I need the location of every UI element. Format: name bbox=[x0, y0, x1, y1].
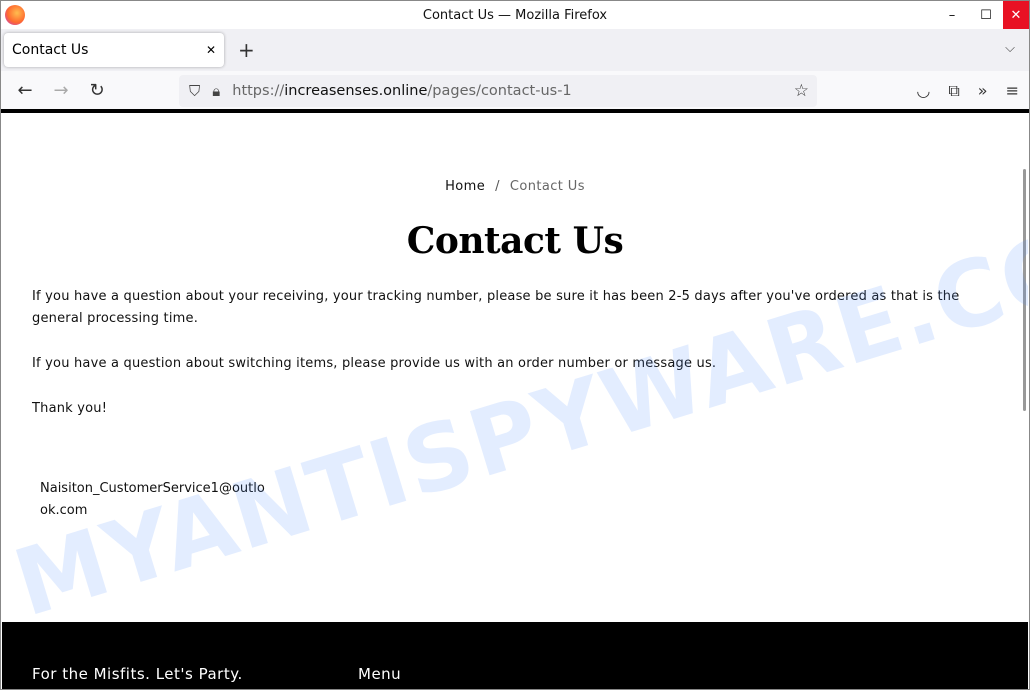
minimize-button[interactable]: – bbox=[935, 1, 969, 29]
footer-menu-heading: Menu bbox=[358, 665, 402, 683]
window-title: Contact Us — Mozilla Firefox bbox=[422, 7, 608, 23]
title-bar: Contact Us — Mozilla Firefox – ☐ ✕ bbox=[1, 1, 1029, 29]
extensions-icon[interactable]: ⧉ bbox=[948, 81, 959, 101]
paragraph: If you have a question about switching i… bbox=[32, 356, 717, 371]
navigation-bar: ← → ↻ ⛉ 🔒︎ https://increasenses.online/p… bbox=[1, 71, 1029, 113]
menu-hamburger-icon[interactable]: ≡ bbox=[1006, 81, 1019, 101]
firefox-logo-icon bbox=[5, 5, 25, 25]
tab-bar: Contact Us ✕ + ⌵ bbox=[1, 29, 1029, 71]
close-window-button[interactable]: ✕ bbox=[1003, 1, 1029, 29]
tab-contact-us[interactable]: Contact Us ✕ bbox=[4, 33, 224, 67]
breadcrumb-current: Contact Us bbox=[509, 179, 585, 194]
lock-icon[interactable]: 🔒︎ bbox=[212, 82, 220, 100]
overflow-chevrons-icon[interactable]: » bbox=[978, 81, 988, 101]
tab-list-chevron-icon[interactable]: ⌵ bbox=[1005, 41, 1015, 56]
close-tab-icon[interactable]: ✕ bbox=[206, 43, 216, 57]
pocket-icon[interactable]: ◡ bbox=[916, 81, 930, 101]
page-title: Contact Us bbox=[406, 220, 624, 262]
breadcrumb-separator: / bbox=[495, 179, 500, 194]
page-content: Home / Contact Us Contact Us If you have a… bbox=[2, 117, 1028, 689]
paragraph: Thank you! bbox=[32, 401, 108, 416]
url-path: /pages/contact-us-1 bbox=[427, 83, 572, 99]
breadcrumb-home-link[interactable]: Home bbox=[445, 179, 485, 194]
forward-button[interactable]: → bbox=[43, 80, 79, 101]
maximize-button[interactable]: ☐ bbox=[969, 1, 1003, 29]
new-tab-button[interactable]: + bbox=[238, 38, 255, 62]
url-bar[interactable]: ⛉ 🔒︎ https://increasenses.online/pages/c… bbox=[179, 75, 817, 107]
footer: For the Misfits. Let's Party. Menu bbox=[2, 622, 1028, 689]
url-scheme: https:// bbox=[232, 83, 285, 99]
shield-icon[interactable]: ⛉ bbox=[189, 82, 200, 100]
paragraph: If you have a question about your receiv… bbox=[32, 289, 960, 326]
bookmark-star-icon[interactable]: ☆ bbox=[794, 81, 809, 101]
scrollbar[interactable] bbox=[1023, 169, 1026, 411]
back-button[interactable]: ← bbox=[7, 80, 43, 101]
reload-button[interactable]: ↻ bbox=[79, 80, 115, 101]
contact-email: Naisiton_CustomerService1@outlook.com bbox=[40, 481, 265, 518]
tab-label: Contact Us bbox=[12, 42, 89, 58]
footer-tagline: For the Misfits. Let's Party. bbox=[32, 665, 243, 683]
url-host: increasenses.online bbox=[284, 83, 428, 99]
breadcrumb: Home / Contact Us bbox=[2, 179, 1028, 194]
page-body: If you have a question about your receiv… bbox=[2, 286, 1028, 420]
